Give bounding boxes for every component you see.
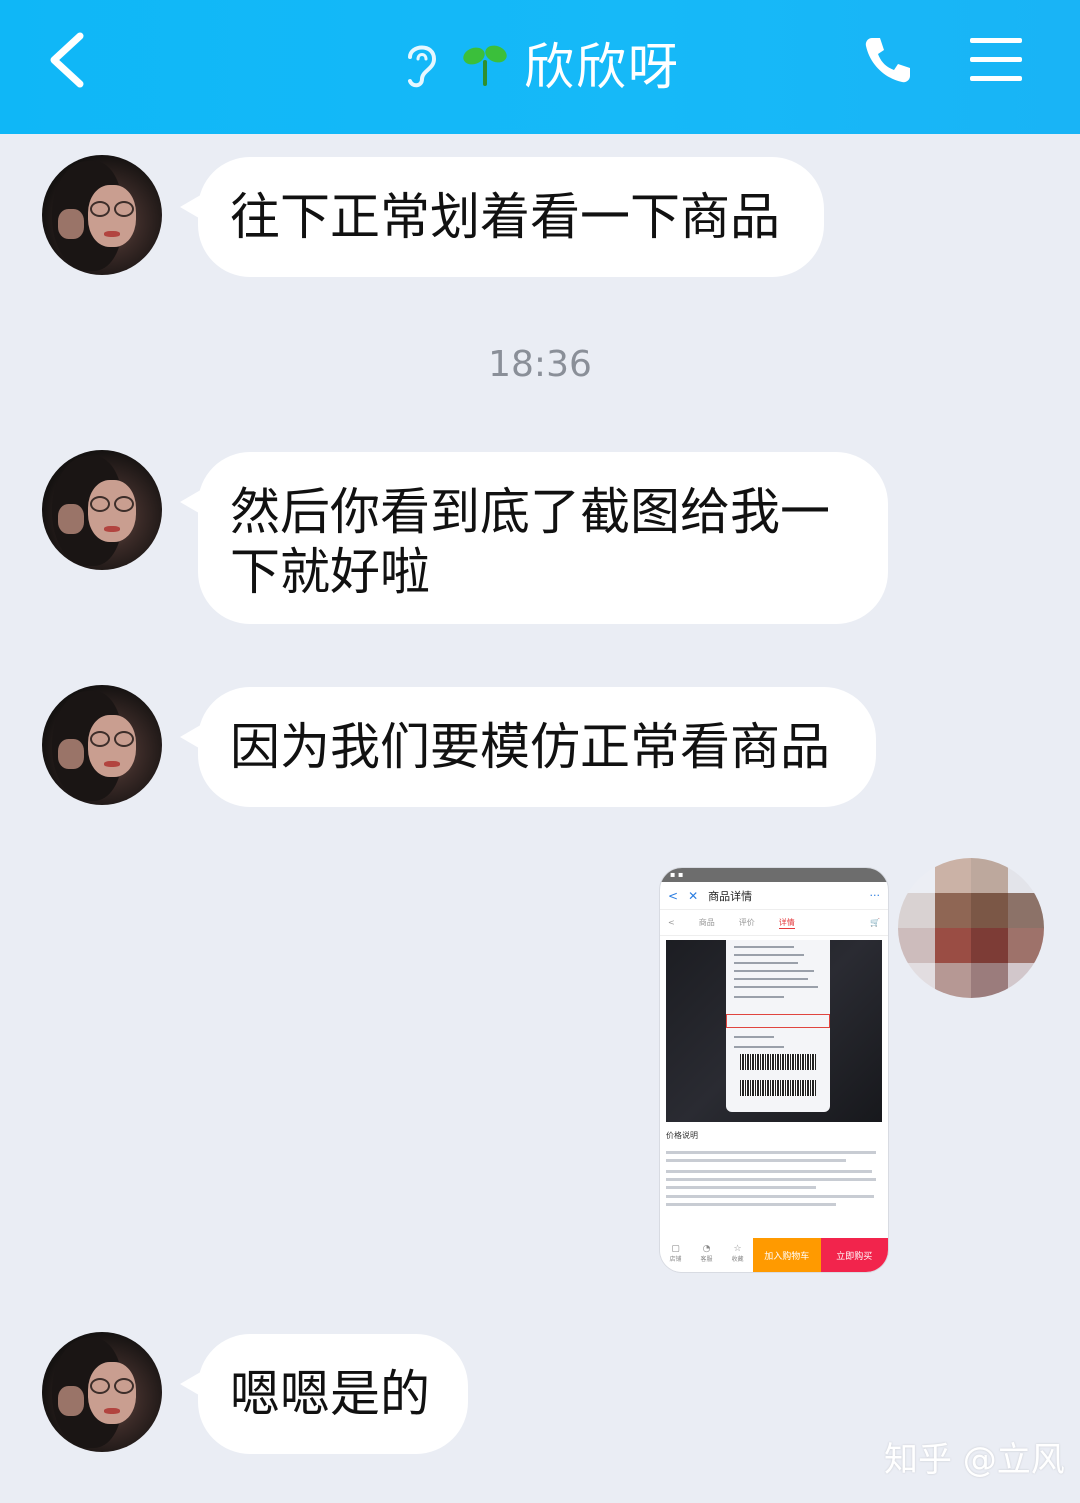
menu-icon[interactable] [968,34,1024,86]
received-message-bubble[interactable]: 嗯嗯是的 [180,1334,468,1454]
sent-screenshot-image[interactable]: ▪ ▪ < ✕ 商品详情 ··· < 商品 评价 详情 🛒 价格说明 ▢ 店铺 … [660,868,888,1272]
phone-icon[interactable] [860,32,916,88]
sprout-icon [463,45,507,86]
contact-avatar[interactable] [42,1332,162,1452]
back-chevron-icon: < [668,888,679,903]
chat-header: 欣欣呀 [0,0,1080,134]
back-chevron-icon: < [668,918,675,927]
screenshot-tab: 商品 [698,918,715,927]
price-description: 价格说明 [666,1130,882,1211]
add-to-cart-button: 加入购物车 [753,1238,821,1272]
price-section-title: 价格说明 [666,1131,698,1140]
screenshot-tab: 评价 [738,918,755,927]
more-icon: ··· [869,889,881,902]
contact-avatar[interactable] [42,450,162,570]
barcode [740,1080,816,1096]
message-text: 嗯嗯是的 [230,1365,430,1423]
contact-avatar[interactable] [42,155,162,275]
star-icon: ☆ 收藏 [722,1238,753,1272]
contact-avatar[interactable] [42,685,162,805]
message-text: 然后你看到底了截图给我一下就好啦 [230,483,830,601]
buy-now-button: 立即购买 [820,1238,888,1272]
received-message-bubble[interactable]: 因为我们要模仿正常看商品 [180,687,876,807]
message-timestamp: 18:36 [488,344,592,385]
screenshot-navbar: < ✕ 商品详情 ··· [660,882,888,910]
chat-title: 欣欣呀 [524,38,680,96]
product-label-photo [666,940,882,1122]
received-message-bubble[interactable]: 往下正常划着看一下商品 [180,157,824,277]
screenshot-statusbar: ▪ ▪ [660,868,888,882]
screenshot-nav-title: 商品详情 [708,889,753,903]
message-text: 往下正常划着看一下商品 [230,188,780,246]
clothing-tag [726,940,830,1112]
close-icon: ✕ [688,888,699,903]
service-icon: ◔ 客服 [691,1238,722,1272]
barcode [740,1054,816,1070]
screenshot-tab-active: 详情 [778,917,795,929]
message-text: 因为我们要模仿正常看商品 [230,718,830,776]
watermark: 知乎 @立风 [884,1440,1065,1480]
screenshot-tabs: < 商品 评价 详情 🛒 [660,910,888,936]
received-message-bubble[interactable]: 然后你看到底了截图给我一下就好啦 [180,452,888,624]
highlight-box [726,1014,830,1028]
chat-title-group[interactable]: 欣欣呀 [0,28,1080,98]
self-avatar-pixelated[interactable] [898,858,1044,998]
store-icon: ▢ 店铺 [660,1238,691,1272]
cart-icon: 🛒 [870,918,880,927]
ear-icon [408,45,437,88]
screenshot-bottombar: ▢ 店铺 ◔ 客服 ☆ 收藏 加入购物车 立即购买 [660,1238,888,1272]
